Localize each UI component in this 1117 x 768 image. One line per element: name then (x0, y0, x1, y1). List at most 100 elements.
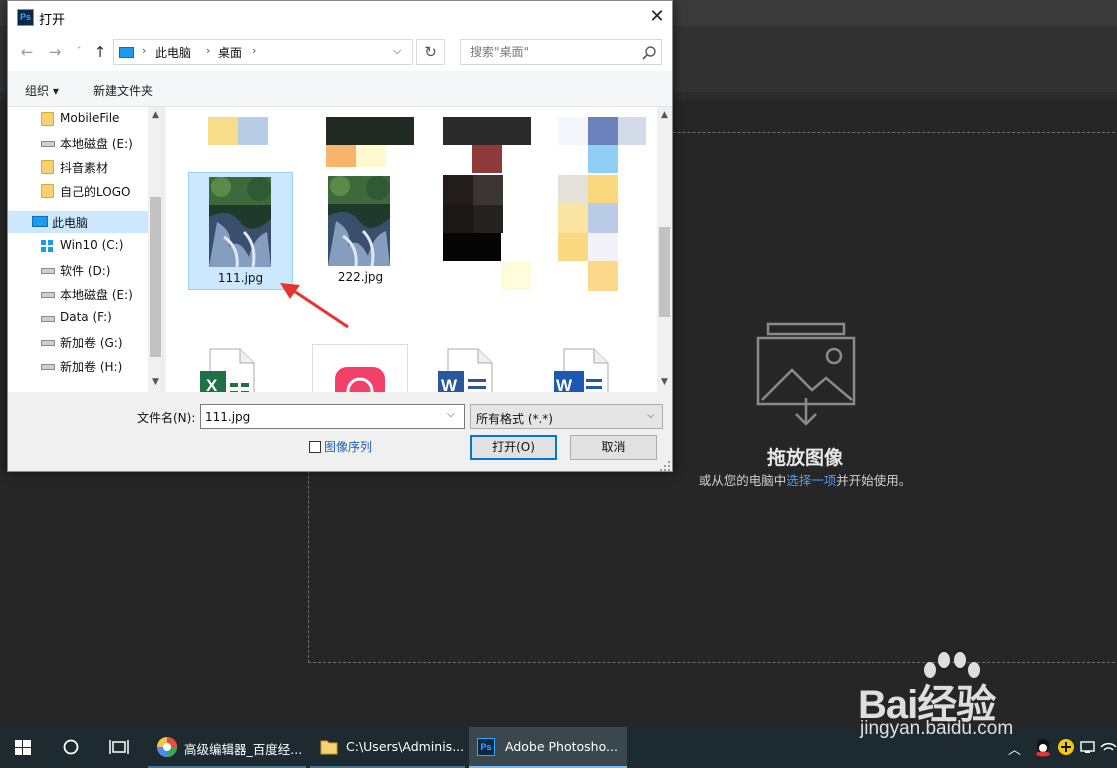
sidebar-item-win10-c[interactable]: Win10 (C:) (8, 235, 148, 257)
scroll-up-icon[interactable]: ▲ (657, 110, 672, 120)
sidebar-item-new-volume-g[interactable]: 新加卷 (G:) (8, 331, 148, 353)
blurred-thumbnail[interactable] (326, 117, 414, 145)
sidebar-item-software-d[interactable]: 软件 (D:) (8, 259, 148, 281)
blurred-thumbnail[interactable] (588, 117, 618, 145)
resize-grip-icon[interactable] (660, 461, 670, 471)
blurred-thumbnail[interactable] (443, 233, 501, 261)
wifi-tray-icon[interactable] (1100, 739, 1117, 756)
task-photoshop[interactable]: Ps Adobe Photosho... (469, 727, 627, 768)
blurred-thumbnail[interactable] (473, 205, 503, 233)
sidebar-item-my-logo[interactable]: 自己的LOGO (8, 180, 148, 202)
dialog-titlebar[interactable]: Ps 打开 ✕ (8, 1, 672, 33)
sidebar-item-mobilefile[interactable]: MobileFile (8, 108, 148, 130)
search-input[interactable] (461, 40, 636, 64)
file-item-222[interactable]: 222.jpg (308, 172, 413, 290)
search-icon[interactable] (641, 45, 657, 61)
sidebar-item-label: 自己的LOGO (60, 185, 131, 199)
baidu-jingyan-watermark: Bai经验 jingyan.baidu.com (858, 650, 1058, 745)
search-box (460, 39, 662, 65)
blurred-thumbnail[interactable] (501, 262, 531, 290)
blurred-thumbnail[interactable] (326, 145, 356, 167)
add-tray-icon[interactable] (1056, 737, 1076, 757)
task-file-explorer[interactable]: C:\Users\Adminis... (310, 727, 465, 768)
image-drop-icon (756, 322, 856, 426)
blurred-thumbnail[interactable] (443, 205, 473, 233)
file-item-111[interactable]: 111.jpg (188, 172, 293, 290)
task-view-icon[interactable] (96, 727, 142, 768)
computer-icon (32, 216, 48, 227)
back-arrow-icon[interactable]: ← (18, 43, 36, 61)
cancel-button[interactable]: 取消 (570, 435, 657, 460)
blurred-thumbnail[interactable] (208, 117, 238, 145)
sidebar-scroll-thumb[interactable] (150, 197, 161, 357)
blurred-thumbnail[interactable] (238, 117, 268, 145)
blurred-thumbnail[interactable] (588, 145, 618, 173)
address-bar[interactable]: › 此电脑 › 桌面 › ⌵ (113, 39, 413, 65)
scroll-down-icon[interactable]: ▼ (148, 377, 162, 387)
select-file-link[interactable]: 选择一项 (786, 473, 836, 488)
word-file-icon[interactable]: W (434, 347, 498, 392)
scroll-up-icon[interactable]: ▲ (148, 110, 162, 120)
filetype-select[interactable]: 所有格式 (*.*) ⌵ (470, 404, 663, 429)
breadcrumb-this-pc[interactable]: 此电脑 (155, 44, 191, 61)
file-list: 111.jpg 222.jpg X W W ▲ ▼ (166, 107, 672, 392)
filename-input[interactable] (201, 405, 441, 428)
blurred-thumbnail[interactable] (588, 175, 618, 203)
close-button[interactable]: ✕ (642, 2, 672, 32)
blurred-thumbnail[interactable] (558, 175, 588, 203)
blurred-thumbnail[interactable] (473, 175, 503, 205)
blurred-thumbnail[interactable] (558, 117, 588, 145)
new-folder-button[interactable]: 新建文件夹 (93, 82, 153, 99)
chevron-down-icon[interactable]: ⌵ (447, 409, 455, 420)
sidebar-scrollbar[interactable]: ▲ ▼ (148, 107, 162, 392)
sidebar-item-data-f[interactable]: Data (F:) (8, 307, 148, 329)
open-button[interactable]: 打开(O) (470, 435, 557, 460)
search-circle-icon[interactable] (48, 727, 94, 768)
blurred-thumbnail[interactable] (472, 145, 502, 173)
file-list-scroll-thumb[interactable] (659, 227, 670, 317)
address-dropdown-icon[interactable]: ⌵ (393, 44, 401, 58)
blurred-thumbnail[interactable] (618, 117, 646, 145)
image-sequence-label[interactable]: 图像序列 (324, 438, 372, 455)
sidebar-item-local-disk-e[interactable]: 本地磁盘 (E:) (8, 132, 148, 154)
task-label: C:\Users\Adminis... (346, 739, 465, 754)
wps-file-icon[interactable]: W (550, 347, 614, 392)
forward-arrow-icon[interactable]: → (46, 43, 64, 61)
blurred-thumbnail[interactable] (443, 175, 473, 205)
sidebar-item-new-volume-h[interactable]: 新加卷 (H:) (8, 355, 148, 377)
breadcrumb-separator[interactable]: › (252, 44, 256, 57)
network-tray-icon[interactable] (1078, 737, 1098, 757)
sidebar-item-douyin-materials[interactable]: 抖音素材 (8, 156, 148, 178)
folder-icon (41, 112, 54, 126)
blurred-thumbnail[interactable] (558, 203, 588, 233)
drop-sub-suffix: 并开始使用。 (836, 473, 912, 488)
breadcrumb-desktop[interactable]: 桌面 (218, 44, 242, 61)
filename-combobox: ⌵ (200, 404, 465, 429)
organize-menu[interactable]: 组织 ▾ (25, 82, 59, 99)
image-sequence-checkbox[interactable] (309, 441, 321, 453)
sidebar-item-label: MobileFile (60, 111, 120, 125)
sidebar-item-label: 本地磁盘 (E:) (60, 288, 133, 302)
file-list-scrollbar[interactable]: ▲ ▼ (657, 107, 672, 392)
excel-file-icon[interactable]: X (196, 347, 260, 392)
dialog-toolbar: 组织 ▾ 新建文件夹 (8, 71, 672, 107)
blurred-thumbnail[interactable] (356, 145, 386, 167)
task-browser[interactable]: 高级编辑器_百度经... (148, 727, 306, 768)
blurred-thumbnail[interactable] (558, 233, 588, 261)
recent-locations-icon[interactable]: ˅ (70, 46, 88, 57)
breadcrumb-separator[interactable]: › (206, 44, 210, 57)
waterfall-thumbnail (209, 177, 271, 267)
blurred-thumbnail[interactable] (588, 261, 618, 291)
blurred-thumbnail[interactable] (588, 203, 618, 233)
windows-start-icon[interactable] (0, 727, 46, 768)
blurred-thumbnail[interactable] (443, 117, 531, 145)
breadcrumb-separator[interactable]: › (142, 44, 146, 57)
sidebar-item-local-disk-e-2[interactable]: 本地磁盘 (E:) (8, 283, 148, 305)
sidebar-item-this-pc[interactable]: 此电脑 (8, 211, 148, 233)
refresh-icon[interactable]: ↻ (416, 39, 445, 65)
blurred-thumbnail[interactable] (588, 233, 618, 261)
app-file-item[interactable] (312, 344, 408, 392)
svg-text:X: X (206, 376, 218, 392)
scroll-down-icon[interactable]: ▼ (657, 377, 672, 387)
up-arrow-icon[interactable]: ↑ (91, 43, 109, 61)
